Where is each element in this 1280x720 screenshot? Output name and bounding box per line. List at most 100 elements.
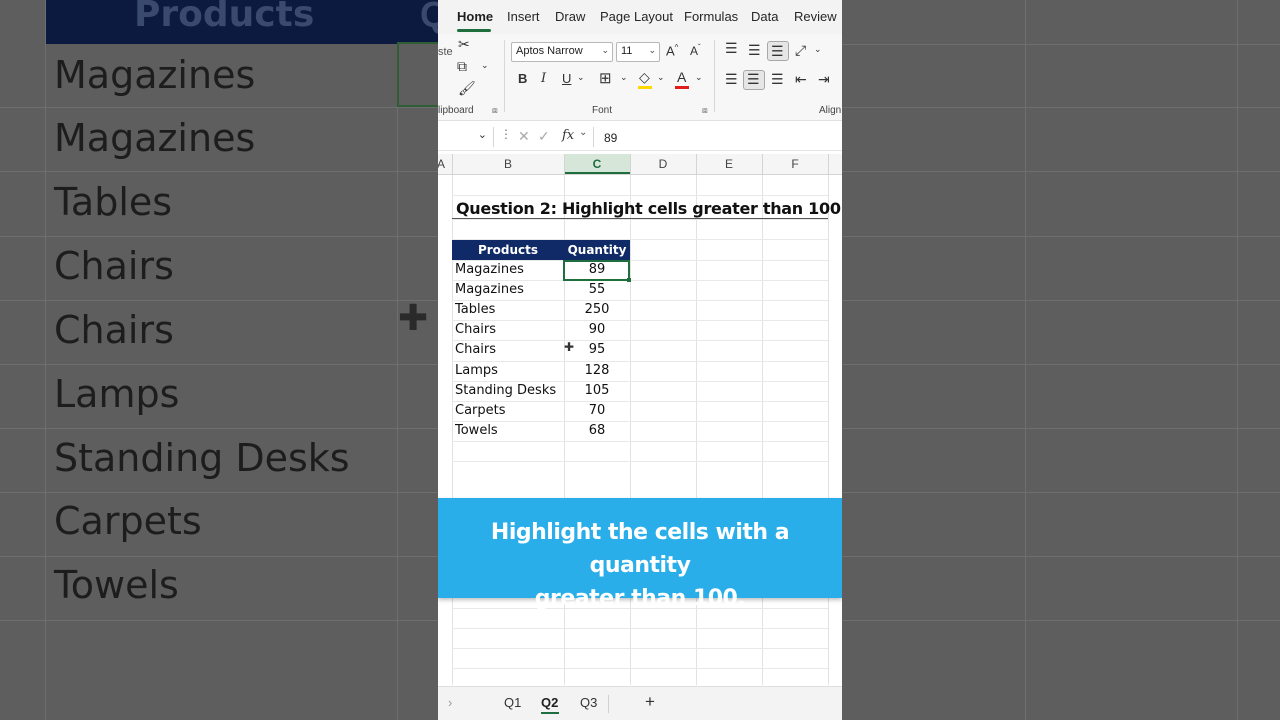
increase-indent-icon[interactable]: ⇥ xyxy=(818,71,830,88)
sheet-tab-q2[interactable]: Q2 xyxy=(541,695,558,710)
enter-check-icon[interactable]: ✓ xyxy=(538,128,550,145)
column-header-f[interactable]: F xyxy=(762,157,828,171)
format-painter-icon[interactable]: 🖌 xyxy=(458,80,476,97)
cell-quantity[interactable]: 70 xyxy=(564,403,630,418)
bg-gridline xyxy=(0,236,438,237)
align-right-icon[interactable]: ☰ xyxy=(771,71,784,88)
active-cell-border xyxy=(563,260,630,281)
bg-gridline xyxy=(842,556,1280,557)
column-header-c[interactable]: C xyxy=(564,157,630,171)
bg-gridline xyxy=(842,236,1280,237)
name-box[interactable]: ⌄ xyxy=(438,127,494,147)
align-left-icon[interactable]: ☰ xyxy=(725,71,738,88)
bg-gridline xyxy=(842,300,1280,301)
fill-color-icon[interactable]: ◇ xyxy=(639,69,650,86)
bg-item: Towels xyxy=(54,563,179,607)
tab-home[interactable]: Home xyxy=(457,9,493,24)
italic-icon[interactable]: I xyxy=(541,71,546,86)
sheet-title[interactable]: Question 2: Highlight cells greater than… xyxy=(456,199,841,218)
chevron-down-icon: ⌄ xyxy=(477,129,487,141)
bg-gridline xyxy=(0,300,438,301)
bg-item: Tables xyxy=(54,180,173,224)
font-group-label: Font xyxy=(592,105,613,116)
sheet-tab-divider xyxy=(608,695,609,713)
tab-formulas[interactable]: Formulas xyxy=(684,9,738,24)
column-header-b[interactable]: B xyxy=(452,157,564,171)
cell-quantity[interactable]: 105 xyxy=(564,383,630,398)
orientation-icon[interactable]: ⤢ xyxy=(795,42,806,59)
paste-label[interactable]: ste xyxy=(438,46,453,58)
cell-quantity[interactable]: 250 xyxy=(564,302,630,317)
cell-product[interactable]: Magazines xyxy=(455,262,524,277)
decrease-font-size-icon[interactable]: Aˇ xyxy=(690,43,701,58)
cell-quantity[interactable]: 90 xyxy=(564,322,630,337)
fill-color-dropdown-icon[interactable]: ⌄ xyxy=(657,72,665,83)
align-middle-icon[interactable]: ☰ xyxy=(748,42,761,59)
cell-quantity[interactable]: 68 xyxy=(564,423,630,438)
underline-icon[interactable]: U xyxy=(562,71,571,86)
cell-quantity[interactable]: 55 xyxy=(564,282,630,297)
bg-header-quantity: Q xyxy=(398,0,438,44)
insert-function-button[interactable]: fx xyxy=(562,128,574,143)
tab-draw[interactable]: Draw xyxy=(555,9,585,24)
ribbon-tabs: Home Insert Draw Page Layout Formulas Da… xyxy=(438,0,842,34)
font-name-select[interactable]: Aptos Narrow ⌄ xyxy=(511,42,613,62)
font-color-dropdown-icon[interactable]: ⌄ xyxy=(695,72,703,83)
add-sheet-button[interactable]: + xyxy=(645,692,655,712)
excel-window: Home Insert Draw Page Layout Formulas Da… xyxy=(438,0,842,720)
cell-product[interactable]: Standing Desks xyxy=(455,383,556,398)
bg-gridline xyxy=(397,0,398,720)
copy-dropdown-icon[interactable]: ⌄ xyxy=(481,60,489,71)
bold-icon[interactable]: B xyxy=(518,71,527,86)
sheet-tab-q3[interactable]: Q3 xyxy=(580,695,597,710)
gridline xyxy=(452,195,828,196)
table-header-products[interactable]: Products xyxy=(452,240,564,260)
font-launcher-icon[interactable]: ⧈ xyxy=(702,105,708,116)
tab-insert[interactable]: Insert xyxy=(507,9,540,24)
cancel-icon[interactable]: ✕ xyxy=(518,128,530,145)
font-size-select[interactable]: 11 ⌄ xyxy=(616,42,660,62)
clipboard-launcher-icon[interactable]: ⧈ xyxy=(492,105,498,116)
more-dots-icon: ⋮ xyxy=(500,127,512,141)
cell-product[interactable]: Carpets xyxy=(455,403,506,418)
cut-icon[interactable]: ✂ xyxy=(458,36,470,53)
cell-product[interactable]: Chairs xyxy=(455,342,496,357)
cell-product[interactable]: Tables xyxy=(455,302,495,317)
gridline xyxy=(452,421,828,422)
align-bottom-icon[interactable]: ☰ xyxy=(771,43,784,60)
borders-dropdown-icon[interactable]: ⌄ xyxy=(620,72,628,83)
copy-icon[interactable]: ⧉ xyxy=(457,58,467,75)
header-divider xyxy=(828,154,829,174)
tab-review[interactable]: Review xyxy=(794,9,837,24)
cell-product[interactable]: Chairs xyxy=(455,322,496,337)
bg-item: Magazines xyxy=(54,116,256,160)
decrease-indent-icon[interactable]: ⇤ xyxy=(795,71,807,88)
cell-product[interactable]: Magazines xyxy=(455,282,524,297)
column-header-d[interactable]: D xyxy=(630,157,696,171)
sheet-nav-chevron-icon[interactable]: › xyxy=(448,695,452,710)
font-color-icon[interactable]: A xyxy=(677,69,686,85)
gridline xyxy=(452,320,828,321)
cell-product[interactable]: Lamps xyxy=(455,363,498,378)
header-divider xyxy=(452,154,453,174)
column-header-e[interactable]: E xyxy=(696,157,762,171)
column-header-a[interactable]: A xyxy=(438,157,446,171)
chevron-down-icon[interactable]: ⌄ xyxy=(579,127,587,138)
bg-gridline xyxy=(842,620,1280,621)
underline-dropdown-icon[interactable]: ⌄ xyxy=(577,72,585,83)
align-top-icon[interactable]: ☰ xyxy=(725,40,738,57)
tab-data[interactable]: Data xyxy=(751,9,778,24)
align-center-icon[interactable]: ☰ xyxy=(747,71,760,88)
orientation-dropdown-icon[interactable]: ⌄ xyxy=(814,44,822,55)
cell-product[interactable]: Towels xyxy=(455,423,498,438)
bg-header-products: Products xyxy=(46,0,398,44)
fill-handle[interactable] xyxy=(627,278,631,282)
formula-input[interactable]: 89 xyxy=(604,131,617,145)
increase-font-size-icon[interactable]: A^ xyxy=(666,43,678,58)
table-header-quantity[interactable]: Quantity xyxy=(564,240,630,260)
background-zoom-left: Products Q Magazines Magazines Tables Ch… xyxy=(0,0,438,720)
borders-icon[interactable]: ⊞ xyxy=(599,69,612,87)
cell-quantity[interactable]: 128 xyxy=(564,363,630,378)
tab-page-layout[interactable]: Page Layout xyxy=(600,9,673,24)
sheet-tab-q1[interactable]: Q1 xyxy=(504,695,521,710)
